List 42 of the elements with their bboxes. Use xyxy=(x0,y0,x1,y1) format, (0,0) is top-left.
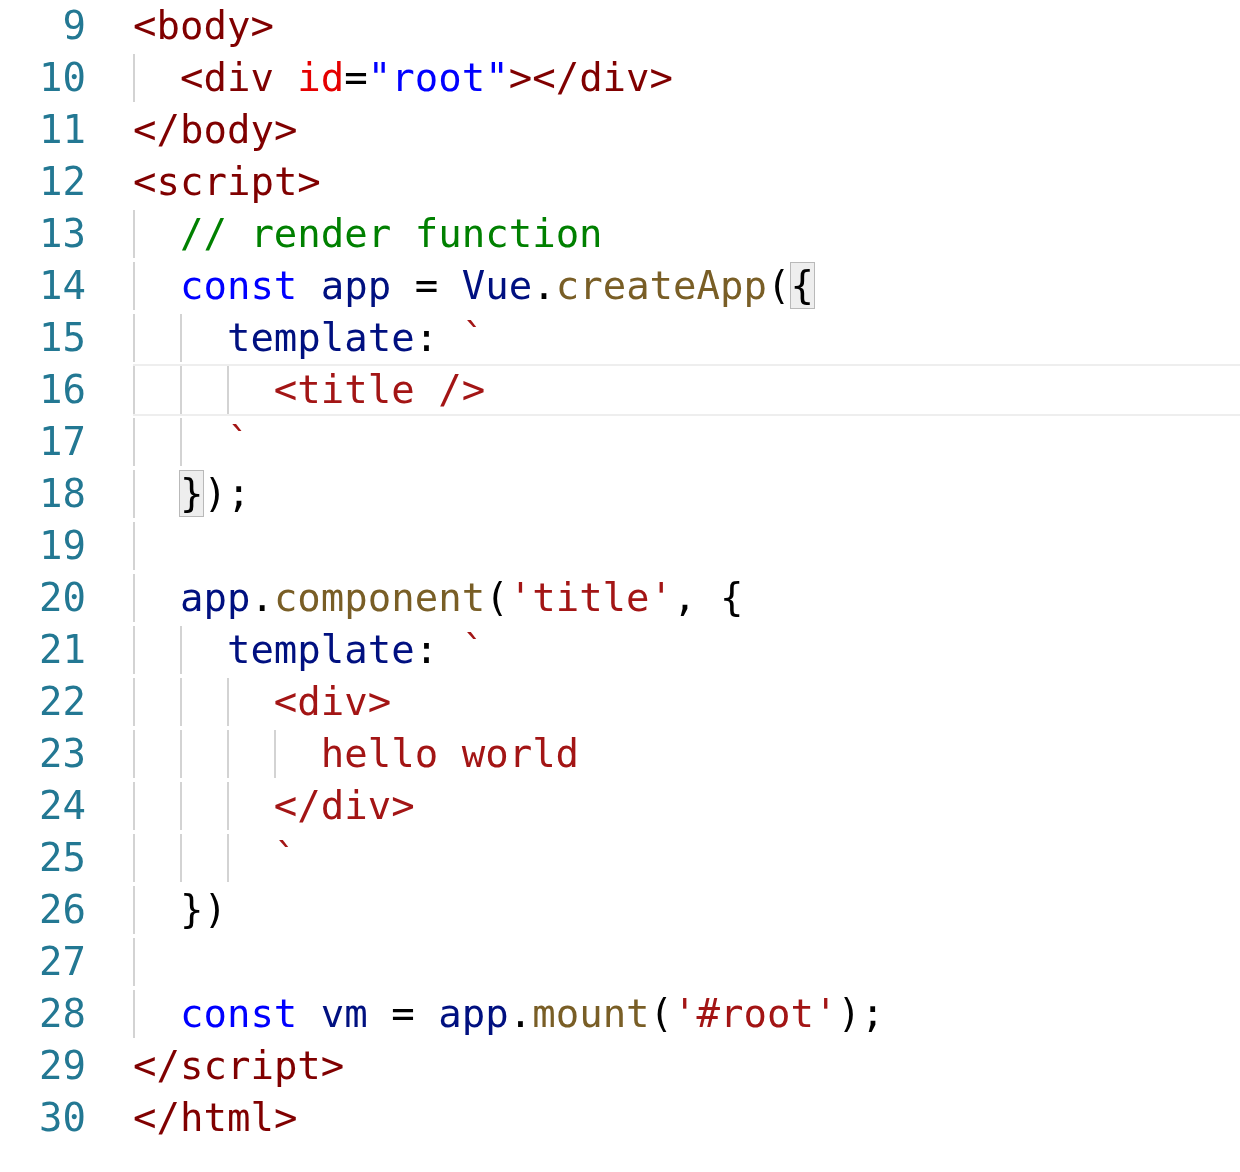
line-number: 20 xyxy=(38,574,86,622)
code-line: ` xyxy=(226,418,251,466)
line-number: 15 xyxy=(38,314,86,362)
line-number: 10 xyxy=(38,54,86,102)
code-line: template: ` xyxy=(226,314,486,362)
line-number: 13 xyxy=(38,210,86,258)
code-line: hello world xyxy=(320,730,580,778)
code-line: <div id="root"></div> xyxy=(179,54,674,102)
code-line: <body> xyxy=(133,2,274,50)
code-line: const vm = app.mount('#root'); xyxy=(179,990,885,1038)
code-line: </script> xyxy=(133,1042,345,1090)
code-line: // render function xyxy=(179,210,603,258)
line-number: 18 xyxy=(38,470,86,518)
code-line: </body> xyxy=(133,106,298,154)
code-line: <div> xyxy=(273,678,392,726)
line-number: 17 xyxy=(38,418,86,466)
code-line: }) xyxy=(179,886,227,934)
line-number: 25 xyxy=(38,834,86,882)
line-number: 26 xyxy=(38,886,86,934)
code-line: app.component('title', { xyxy=(179,574,744,622)
code-line: ` xyxy=(273,834,298,882)
code-line: }); xyxy=(179,470,251,518)
line-number: 30 xyxy=(38,1094,86,1142)
line-number: 14 xyxy=(38,262,86,310)
code-line: </div> xyxy=(273,782,415,830)
code-line: const app = Vue.createApp({ xyxy=(179,262,814,310)
code-line: <title /> xyxy=(273,366,486,414)
line-number: 16 xyxy=(38,366,86,414)
line-number: 24 xyxy=(38,782,86,830)
line-number: 19 xyxy=(38,522,86,570)
line-number: 23 xyxy=(38,730,86,778)
code-line: </html> xyxy=(133,1094,298,1142)
line-number: 22 xyxy=(38,678,86,726)
line-number: 28 xyxy=(38,990,86,1038)
code-line: template: ` xyxy=(226,626,486,674)
line-number: 11 xyxy=(38,106,86,154)
line-number: 12 xyxy=(38,158,86,206)
line-number: 27 xyxy=(38,938,86,986)
line-number: 29 xyxy=(38,1042,86,1090)
line-number: 9 xyxy=(61,2,86,50)
code-line: <script> xyxy=(133,158,321,206)
line-number: 21 xyxy=(38,626,86,674)
